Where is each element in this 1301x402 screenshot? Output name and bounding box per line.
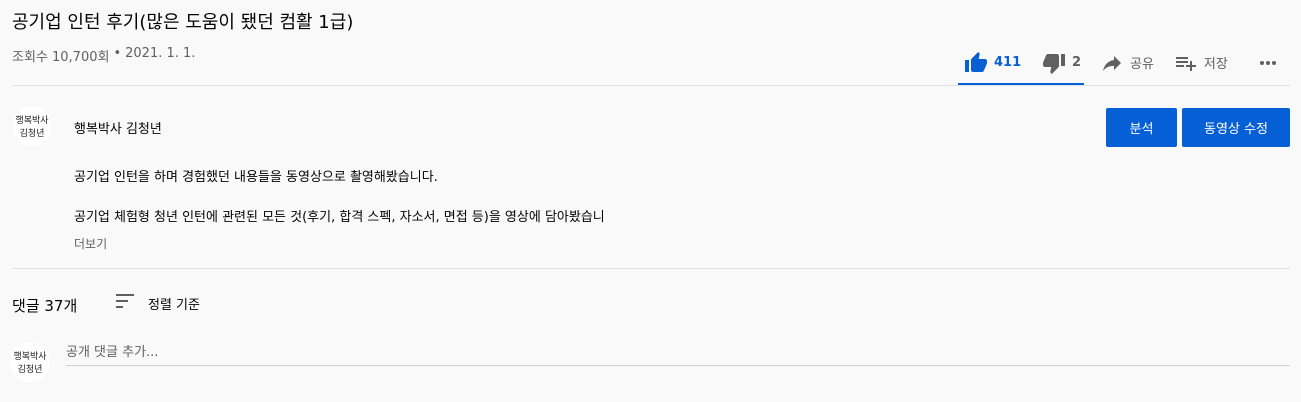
save-button[interactable]: 저장 — [1174, 51, 1228, 75]
dislike-button[interactable]: 2 — [1042, 51, 1081, 75]
view-count: 조회수 10,700회 — [12, 50, 110, 65]
video-meta: 조회수 10,700회 • 2021. 1. 1. — [12, 46, 195, 65]
channel-avatar[interactable]: 행복박사 김청년 — [12, 106, 52, 146]
sort-icon — [116, 293, 136, 313]
user-avatar-text-bottom: 김청년 — [18, 363, 43, 375]
video-title: 공기업 인턴 후기(많은 도움이 됐던 컴활 1급) — [12, 12, 354, 33]
sort-label: 정렬 기준 — [148, 297, 200, 313]
upload-date: 2021. 1. 1. — [125, 46, 196, 61]
description-line-1: 공기업 인턴을 하며 경험했던 내용들을 동영상으로 촬영해봤습니다. — [74, 170, 438, 185]
user-avatar-text-top: 행복박사 — [13, 350, 47, 362]
more-horizontal-icon — [1256, 51, 1280, 75]
user-avatar: 행복박사 김청년 — [10, 342, 50, 382]
dislike-count: 2 — [1072, 55, 1082, 70]
comment-input[interactable] — [66, 340, 1290, 366]
share-label: 공유 — [1130, 57, 1154, 72]
like-dislike-group: 411 2 — [958, 40, 1084, 85]
video-actions: 411 2 공유 저장 — [958, 40, 1280, 85]
avatar-text-top: 행복박사 — [15, 114, 49, 126]
like-button[interactable]: 411 — [964, 51, 1042, 75]
avatar-text-bottom: 김청년 — [20, 127, 45, 139]
sort-button[interactable]: 정렬 기준 — [116, 293, 200, 313]
share-button[interactable]: 공유 — [1100, 51, 1154, 75]
description-line-2: 공기업 체험형 청년 인턴에 관련된 모든 것(후기, 합격 스펙, 자소서, … — [74, 210, 605, 225]
share-arrow-icon — [1100, 51, 1124, 75]
save-label: 저장 — [1203, 57, 1228, 72]
like-count: 411 — [994, 55, 1022, 70]
divider-bottom — [12, 268, 1290, 269]
meta-separator: • — [113, 46, 122, 61]
channel-name[interactable]: 행복박사 김청년 — [74, 118, 162, 137]
thumbs-down-icon — [1042, 51, 1066, 75]
divider-top — [12, 85, 1290, 86]
more-actions-button[interactable] — [1256, 51, 1280, 75]
comment-count: 댓글 37개 — [12, 297, 78, 315]
playlist-add-icon — [1174, 51, 1198, 75]
show-more-link[interactable]: 더보기 — [74, 235, 107, 252]
analyze-button[interactable]: 분석 — [1106, 108, 1177, 147]
edit-video-button[interactable]: 동영상 수정 — [1182, 108, 1290, 147]
thumbs-up-icon — [964, 51, 988, 75]
